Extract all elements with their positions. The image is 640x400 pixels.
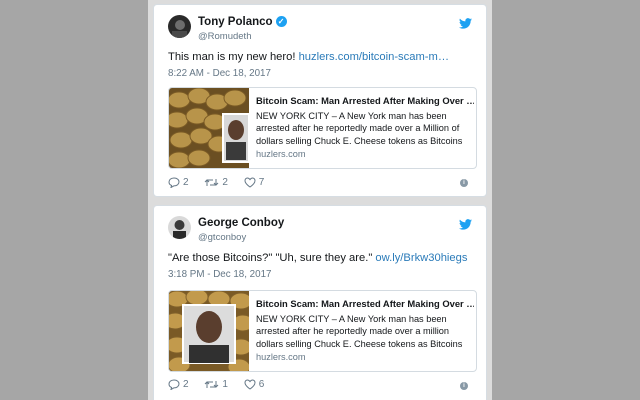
card-domain: huzlers.com [256, 351, 306, 362]
tweet-text-body: "Are those Bitcoins?" "Uh, sure they are… [168, 252, 376, 264]
reply-count: 2 [183, 177, 189, 188]
author-name[interactable]: George Conboy [198, 217, 284, 229]
tweet-actions: 2 1 6 [168, 379, 277, 393]
verified-badge-icon: ✓ [275, 16, 287, 28]
card-domain: huzlers.com [256, 148, 306, 159]
tweet-link[interactable]: huzlers.com/bitcoin-scam-m… [299, 51, 449, 63]
like-icon [244, 379, 256, 390]
tweet-link[interactable]: ow.ly/Brkw30hiegs [375, 252, 467, 264]
retweet-icon [204, 381, 219, 388]
card-thumbnail[interactable] [169, 88, 249, 168]
tweet-feed: Tony Polanco ✓ @Romudeth This man is my n… [148, 0, 492, 400]
tweet-actions: 2 2 7 [168, 177, 277, 191]
retweet-count: 1 [222, 379, 228, 390]
link-preview-card[interactable]: Bitcoin Scam: Man Arrested After Making … [168, 87, 477, 169]
info-icon[interactable]: i [460, 179, 468, 187]
twitter-bird-icon[interactable] [459, 219, 472, 230]
retweet-icon [204, 179, 219, 186]
author-name-text[interactable]: Tony Polanco [198, 16, 273, 28]
tweet-card[interactable]: Tony Polanco ✓ @Romudeth This man is my n… [153, 4, 487, 197]
avatar[interactable] [168, 15, 191, 38]
like-count: 6 [258, 379, 265, 390]
like-button[interactable]: 7 [244, 177, 265, 188]
reply-icon [168, 379, 180, 390]
card-description: NEW YORK CITY – A New York man has been … [256, 111, 463, 146]
tweet-timestamp[interactable]: 8:22 AM - Dec 18, 2017 [168, 68, 271, 79]
link-preview-card[interactable]: Bitcoin Scam: Man Arrested After Making … [168, 290, 477, 372]
card-title[interactable]: Bitcoin Scam: Man Arrested After Making … [256, 298, 474, 309]
card-description: NEW YORK CITY – A New York man has been … [256, 314, 463, 349]
tweet-text: "Are those Bitcoins?" "Uh, sure they are… [168, 252, 467, 264]
twitter-bird-icon[interactable] [459, 18, 472, 29]
reply-icon [168, 177, 180, 188]
reply-button[interactable]: 2 [168, 177, 189, 188]
like-button[interactable]: 6 [244, 379, 265, 390]
author-handle[interactable]: @gtconboy [198, 232, 246, 243]
card-title[interactable]: Bitcoin Scam: Man Arrested After Making … [256, 95, 474, 106]
info-icon[interactable]: i [460, 382, 468, 390]
author-name[interactable]: Tony Polanco ✓ [198, 16, 287, 28]
reply-button[interactable]: 2 [168, 379, 189, 390]
author-handle[interactable]: @Romudeth [198, 31, 251, 42]
card-thumbnail[interactable] [169, 291, 249, 371]
retweet-button[interactable]: 1 [204, 379, 228, 390]
like-count: 7 [258, 177, 265, 188]
retweet-button[interactable]: 2 [204, 177, 228, 188]
tweet-timestamp[interactable]: 3:18 PM - Dec 18, 2017 [168, 269, 271, 280]
tweet-card[interactable]: George Conboy @gtconboy "Are those Bitco… [153, 205, 487, 400]
retweet-count: 2 [222, 177, 228, 188]
tweet-text-body: This man is my new hero! [168, 51, 299, 63]
like-icon [244, 177, 256, 188]
tweet-text: This man is my new hero! huzlers.com/bit… [168, 51, 449, 63]
reply-count: 2 [183, 379, 189, 390]
avatar[interactable] [168, 216, 191, 239]
